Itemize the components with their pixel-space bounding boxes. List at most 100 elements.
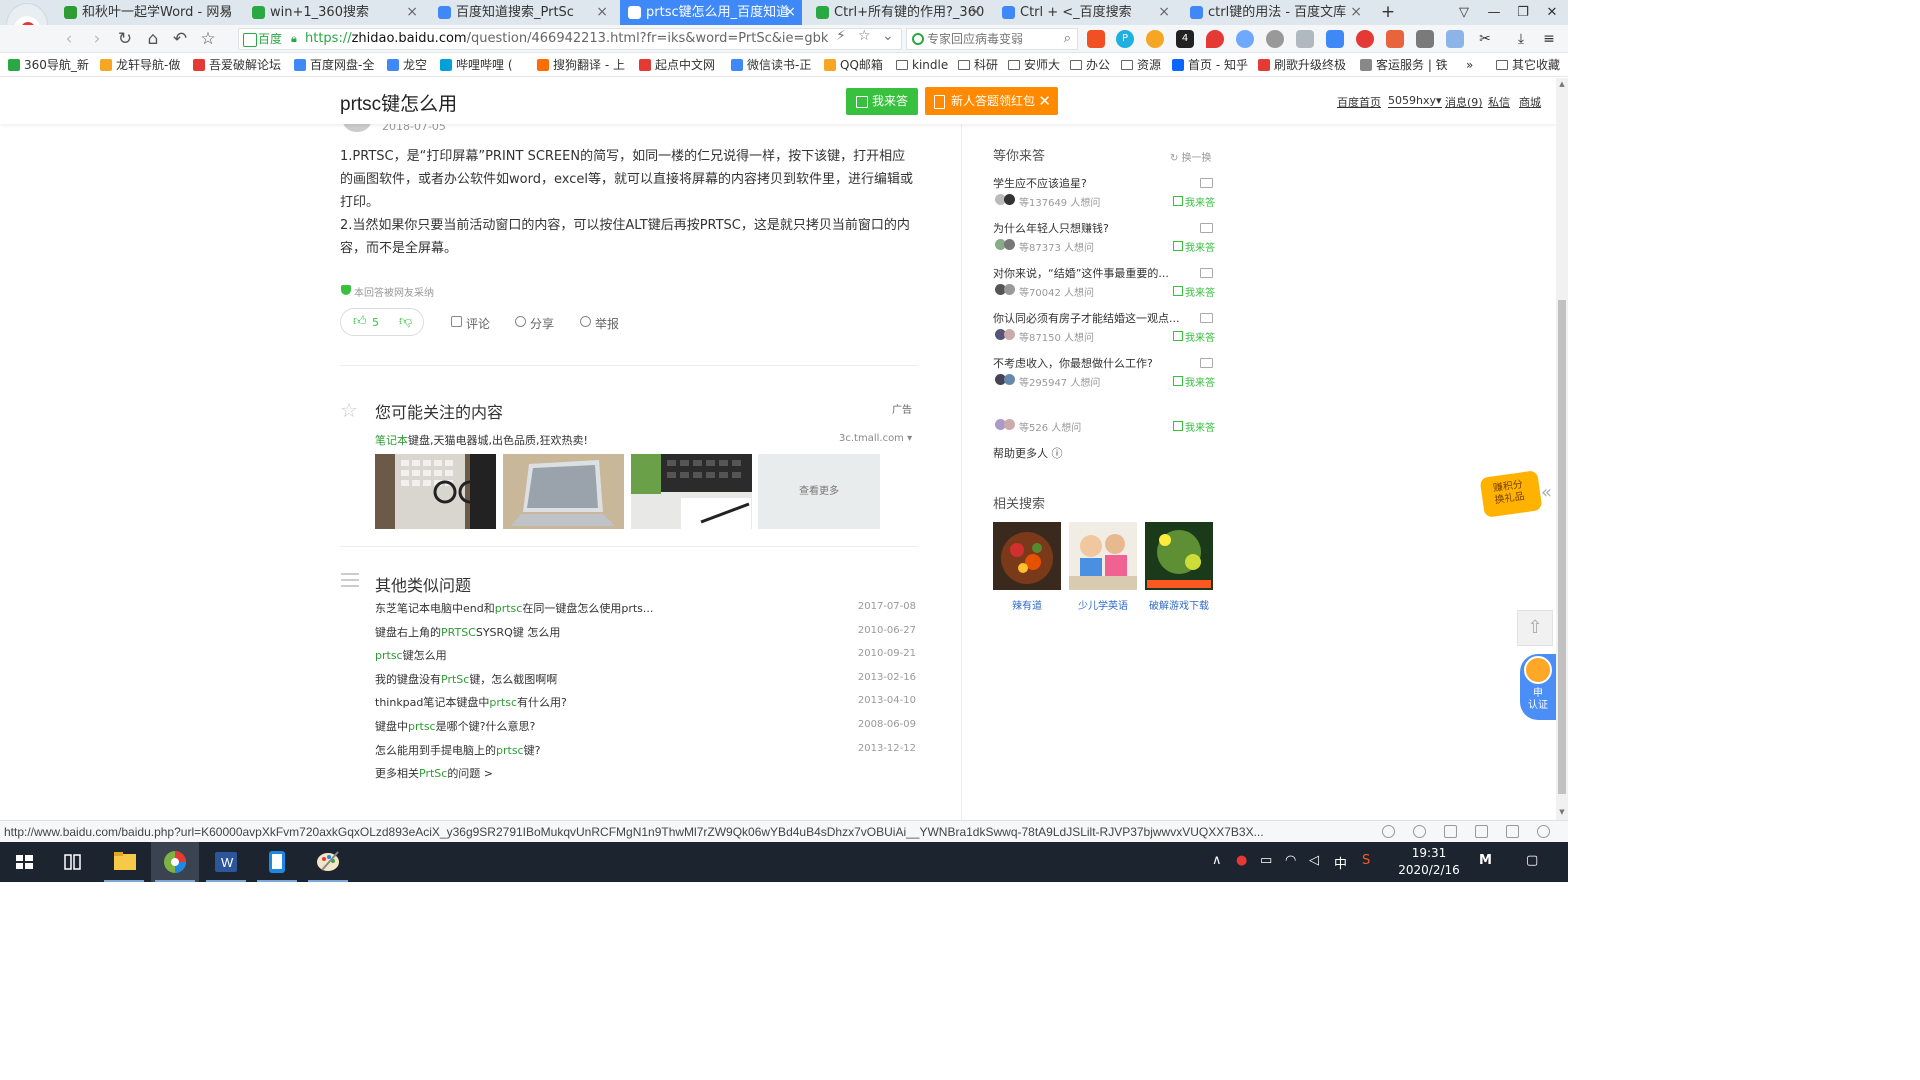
bookmark-folder[interactable]: 资源 <box>1121 57 1161 73</box>
bookmark-folder[interactable]: 科研 <box>958 57 998 73</box>
undo-close-icon[interactable]: ↶ <box>169 29 191 49</box>
bookmark-folder[interactable]: kindle <box>896 57 948 73</box>
user-menu[interactable]: 5059hxy▾ <box>1388 94 1442 108</box>
refresh-button[interactable]: ↻ 换一换 <box>1170 149 1212 164</box>
tab-close-icon[interactable]: × <box>1158 0 1170 25</box>
search-input[interactable] <box>927 31 1057 47</box>
bookmark-item[interactable]: 龙空 <box>387 57 427 73</box>
back-to-top-button[interactable]: ⇧ <box>1517 610 1553 646</box>
download-icon[interactable]: ⤓ <box>1512 30 1530 48</box>
bookmark-item[interactable]: 哔哩哔哩 ( <box>440 57 513 73</box>
tab-close-icon[interactable]: × <box>406 0 418 25</box>
similar-question-row[interactable]: 键盘中prtsc是哪个键?什么意思? 2008-06-09 <box>375 718 916 736</box>
sogou-ime-icon[interactable]: S <box>1362 853 1370 868</box>
redpack-button[interactable]: 新人答题领红包 ✕ <box>925 87 1058 115</box>
waiting-question-title[interactable]: 为什么年轻人只想赚钱? <box>993 220 1188 236</box>
bookmark-item[interactable]: 刷歌升级终极 <box>1258 57 1346 73</box>
ad-image-keyboard[interactable] <box>375 454 496 529</box>
bookmark-item[interactable]: 龙轩导航-做 <box>100 57 180 73</box>
similar-question-title[interactable]: 东芝笔记本电脑中end和prtsc在同一键盘怎么使用prts... <box>375 602 653 615</box>
address-bar[interactable]: 百度 🔒︎ https://zhidao.baidu.com/question/… <box>238 28 902 50</box>
rocket-icon[interactable] <box>1382 825 1395 838</box>
similar-question-title[interactable]: 我的键盘没有PrtSc键，怎么截图啊啊 <box>375 673 557 686</box>
related-image-food[interactable] <box>993 522 1061 590</box>
answer-link[interactable]: 我来答 <box>1172 284 1215 299</box>
browser-tab[interactable]: Ctrl + <_百度搜索 × <box>994 0 1176 25</box>
related-caption[interactable]: 少儿学英语 <box>1069 597 1137 612</box>
scrollbar-thumb[interactable] <box>1558 300 1566 794</box>
related-caption[interactable]: 破解游戏下载 <box>1145 597 1213 612</box>
volume-tray-icon[interactable]: ◁ <box>1309 853 1319 868</box>
similar-question-row[interactable]: prtsc键怎么用 2010-09-21 <box>375 647 916 665</box>
similar-question-title[interactable]: 键盘右上角的PRTSCSYSRQ键 怎么用 <box>375 626 560 639</box>
answer-button[interactable]: 我来答 <box>846 88 918 115</box>
thumb-up-icon[interactable]: 👍︎ <box>353 314 367 329</box>
ad-more-button[interactable]: 查看更多 <box>758 454 880 529</box>
battery-icon[interactable]: ▭ <box>1260 853 1272 868</box>
volume-icon[interactable] <box>1475 825 1488 838</box>
windows-apps-icon[interactable] <box>1087 30 1105 48</box>
image-icon[interactable] <box>1446 30 1464 48</box>
close-window-button[interactable]: ✕ <box>1538 0 1566 25</box>
tab-close-icon[interactable]: × <box>784 0 796 25</box>
similar-question-title[interactable]: 怎么能用到手提电脑上的prtsc键? <box>375 744 540 757</box>
browser-tab[interactable]: prtsc键怎么用_百度知道 × <box>620 0 802 25</box>
tray-app-icon[interactable]: ● <box>1236 853 1247 868</box>
tab-close-icon[interactable]: × <box>596 0 608 25</box>
more-similar-link[interactable]: 更多相关PrtSc的问题 > <box>375 765 493 781</box>
zoom-icon[interactable] <box>1537 825 1550 838</box>
similar-question-title[interactable]: thinkpad笔记本键盘中prtsc有什么用? <box>375 696 567 709</box>
site-verified-badge[interactable]: 百度 <box>243 31 282 47</box>
scroll-down-icon[interactable]: ▼ <box>1556 808 1568 816</box>
excel-tool-icon[interactable] <box>1386 30 1404 48</box>
ad-image-laptop[interactable] <box>503 454 624 529</box>
close-icon[interactable]: ✕ <box>1038 87 1051 115</box>
search-icon[interactable]: ⌕ <box>1064 31 1071 46</box>
bookmark-item[interactable]: QQ邮箱 <box>824 57 883 73</box>
browser-tab[interactable]: 百度知道搜索_PrtSc × <box>430 0 614 25</box>
bookmarks-overflow-icon[interactable]: » <box>1466 57 1473 73</box>
related-image-game[interactable] <box>1145 522 1213 590</box>
bookmark-folder[interactable]: 办公 <box>1070 57 1110 73</box>
window-icon[interactable] <box>1506 825 1519 838</box>
bookmark-item[interactable]: 微信读书-正 <box>731 57 811 73</box>
home-icon[interactable]: ⌂ <box>142 29 164 49</box>
search-box[interactable]: ⌕ <box>906 28 1078 50</box>
restore-button[interactable]: ❐ <box>1509 0 1537 25</box>
wifi-icon[interactable]: ◠ <box>1285 853 1296 868</box>
tab-close-icon[interactable]: × <box>220 0 232 25</box>
p-extension-icon[interactable]: P <box>1116 30 1134 48</box>
similar-question-row[interactable]: thinkpad笔记本键盘中prtsc有什么用? 2013-04-10 <box>375 694 916 712</box>
answer-link[interactable]: 我来答 <box>1172 329 1215 344</box>
answer-link[interactable]: 我来答 <box>1172 374 1215 389</box>
answer-link[interactable]: 我来答 <box>1172 239 1215 254</box>
browser-tab[interactable]: 和秋叶一起学Word - 网易 × <box>56 0 238 25</box>
forward-button[interactable]: › <box>86 29 108 49</box>
vertical-scrollbar[interactable]: ▲ ▼ <box>1556 78 1568 820</box>
browser-360-icon[interactable] <box>151 842 199 882</box>
report-button[interactable]: 举报 <box>580 315 619 332</box>
bookmark-item[interactable]: 客运服务 | 铁 <box>1360 57 1448 73</box>
new-tab-button[interactable]: + <box>1374 0 1402 25</box>
tab-close-icon[interactable]: × <box>1350 0 1362 25</box>
similar-question-title[interactable]: 键盘中prtsc是哪个键?什么意思? <box>375 720 535 733</box>
screenshot-icon[interactable] <box>1296 30 1314 48</box>
bookmark-item[interactable]: 百度网盘-全 <box>294 57 374 73</box>
mm-app-icon[interactable]: M <box>1479 853 1492 868</box>
points-reward-badge[interactable]: 赚积分 换礼品 <box>1479 470 1543 518</box>
phone-app-icon[interactable] <box>253 842 301 882</box>
minimize-button[interactable]: — <box>1480 0 1508 25</box>
url-text[interactable]: https://zhidao.baidu.com/question/466942… <box>305 31 828 46</box>
browser-tab[interactable]: Ctrl+所有键的作用?_360 × <box>808 0 988 25</box>
trash-icon[interactable] <box>1444 825 1457 838</box>
minus-circle-icon[interactable] <box>1236 30 1254 48</box>
ad-headline[interactable]: 笔记本键盘,天猫电器城,出色品质,狂欢热卖! <box>375 432 588 448</box>
bookmark-item[interactable]: 首页 - 知乎 <box>1172 57 1248 73</box>
bookmark-folder[interactable]: 安师大 <box>1008 57 1060 73</box>
tab-close-icon[interactable]: × <box>970 0 982 25</box>
calculator-icon[interactable] <box>1416 30 1434 48</box>
refresh-icon[interactable]: ↻ <box>114 29 136 49</box>
task-view-icon[interactable] <box>48 842 96 882</box>
waiting-question-title[interactable]: 对你来说，“结婚”这件事最重要的... <box>993 265 1188 281</box>
bookmark-star-icon[interactable]: ☆ <box>858 28 871 44</box>
